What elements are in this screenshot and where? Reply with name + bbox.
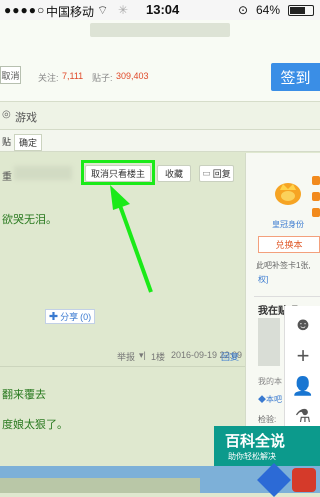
report-link[interactable]: 举报 [117,350,135,363]
crown-icon [273,178,303,206]
status-bar: ●●●●○ 中国移动 ⌔ ✳ 13:04 ⊙ 64% [0,0,320,20]
rotation-lock-icon: ⊙ [238,3,249,17]
post-body-line1: 欲哭无泪。 [2,214,57,226]
share-count: (0) [80,311,92,322]
flask-icon[interactable]: ⚗ [291,404,315,428]
bar-level-label: ◆本吧 [258,395,282,404]
footer-image [0,463,320,497]
follow-count: 7,111 [62,71,84,81]
plus-icon: ✚ [48,311,59,323]
gem-icon [257,463,291,497]
crown-badge-label[interactable]: 皇冠身份 [272,219,304,230]
report-dropdown-icon: ▾| [139,350,146,360]
post-content [0,153,245,493]
follow-label: 关注: [38,73,59,83]
wifi-icon: ⌔ [97,3,109,17]
blurred-banner [90,23,230,37]
signin-card-hint: 此吧补签卡1张, [256,261,311,270]
tab-confirm[interactable]: 确定 [14,134,43,151]
reply-label: 回复 [212,169,231,179]
posts-label: 贴子: [92,73,113,83]
blurred-username [14,166,72,180]
post-line2: 翻来覆去 [2,389,46,401]
user-icon[interactable]: 👤 [291,374,315,398]
exchange-button[interactable]: 兑换本 [258,236,320,253]
cancel-follow-button[interactable]: 取消 [0,66,21,84]
badge-dot-icon [312,208,320,217]
badge-dot-icon [312,192,320,201]
privilege-link[interactable]: 权] [258,274,268,285]
my-level-label: 我的本 [258,377,282,386]
add-icon[interactable]: + [291,343,315,368]
floor-number: 1楼 [151,352,166,362]
banner-subtitle: 助你轻松解决 [228,452,276,461]
posts-count: 309,403 [116,71,149,81]
highlight-box [81,160,155,185]
category-row: ◎ 游戏 [0,102,320,130]
battery-icon [288,5,314,16]
avatar[interactable] [258,318,280,366]
badge-dot-icon [312,176,320,185]
check-label: 检验: [258,415,277,424]
tab-posts[interactable]: 贴 [2,135,11,148]
signal-icon: ●●●●○ [4,3,46,17]
share-button[interactable]: ✚ 分享 (0) [45,309,95,324]
reply-button[interactable]: ▭ 回复 [199,165,234,182]
category-label[interactable]: 游戏 [15,109,37,125]
app-icon [292,468,316,492]
sign-in-button[interactable]: 签到 [271,63,320,91]
share-label: 分享 [60,312,79,322]
post-title-fragment: 重 [2,172,12,183]
post-line3: 度娘太狠了。 [2,419,68,431]
banner-title: 百科全说 [225,433,286,450]
sub-tabs: 贴 确定 [0,130,320,152]
divider [0,366,245,367]
collect-button[interactable]: 收藏 [157,165,191,182]
sidebar-divider [254,296,320,297]
reply-icon: ▭ [202,168,211,178]
loading-icon: ✳ [118,3,129,17]
battery-level: 64% [256,3,281,17]
category-icon: ◎ [2,109,11,120]
reply-link[interactable]: 回复 [221,350,239,363]
emoji-icon[interactable]: ☻ [291,312,315,336]
clock: 13:04 [146,2,180,17]
brand-banner[interactable]: 百科全说 助你轻松解决 [214,426,320,466]
carrier-label: 中国移动 [46,5,95,19]
